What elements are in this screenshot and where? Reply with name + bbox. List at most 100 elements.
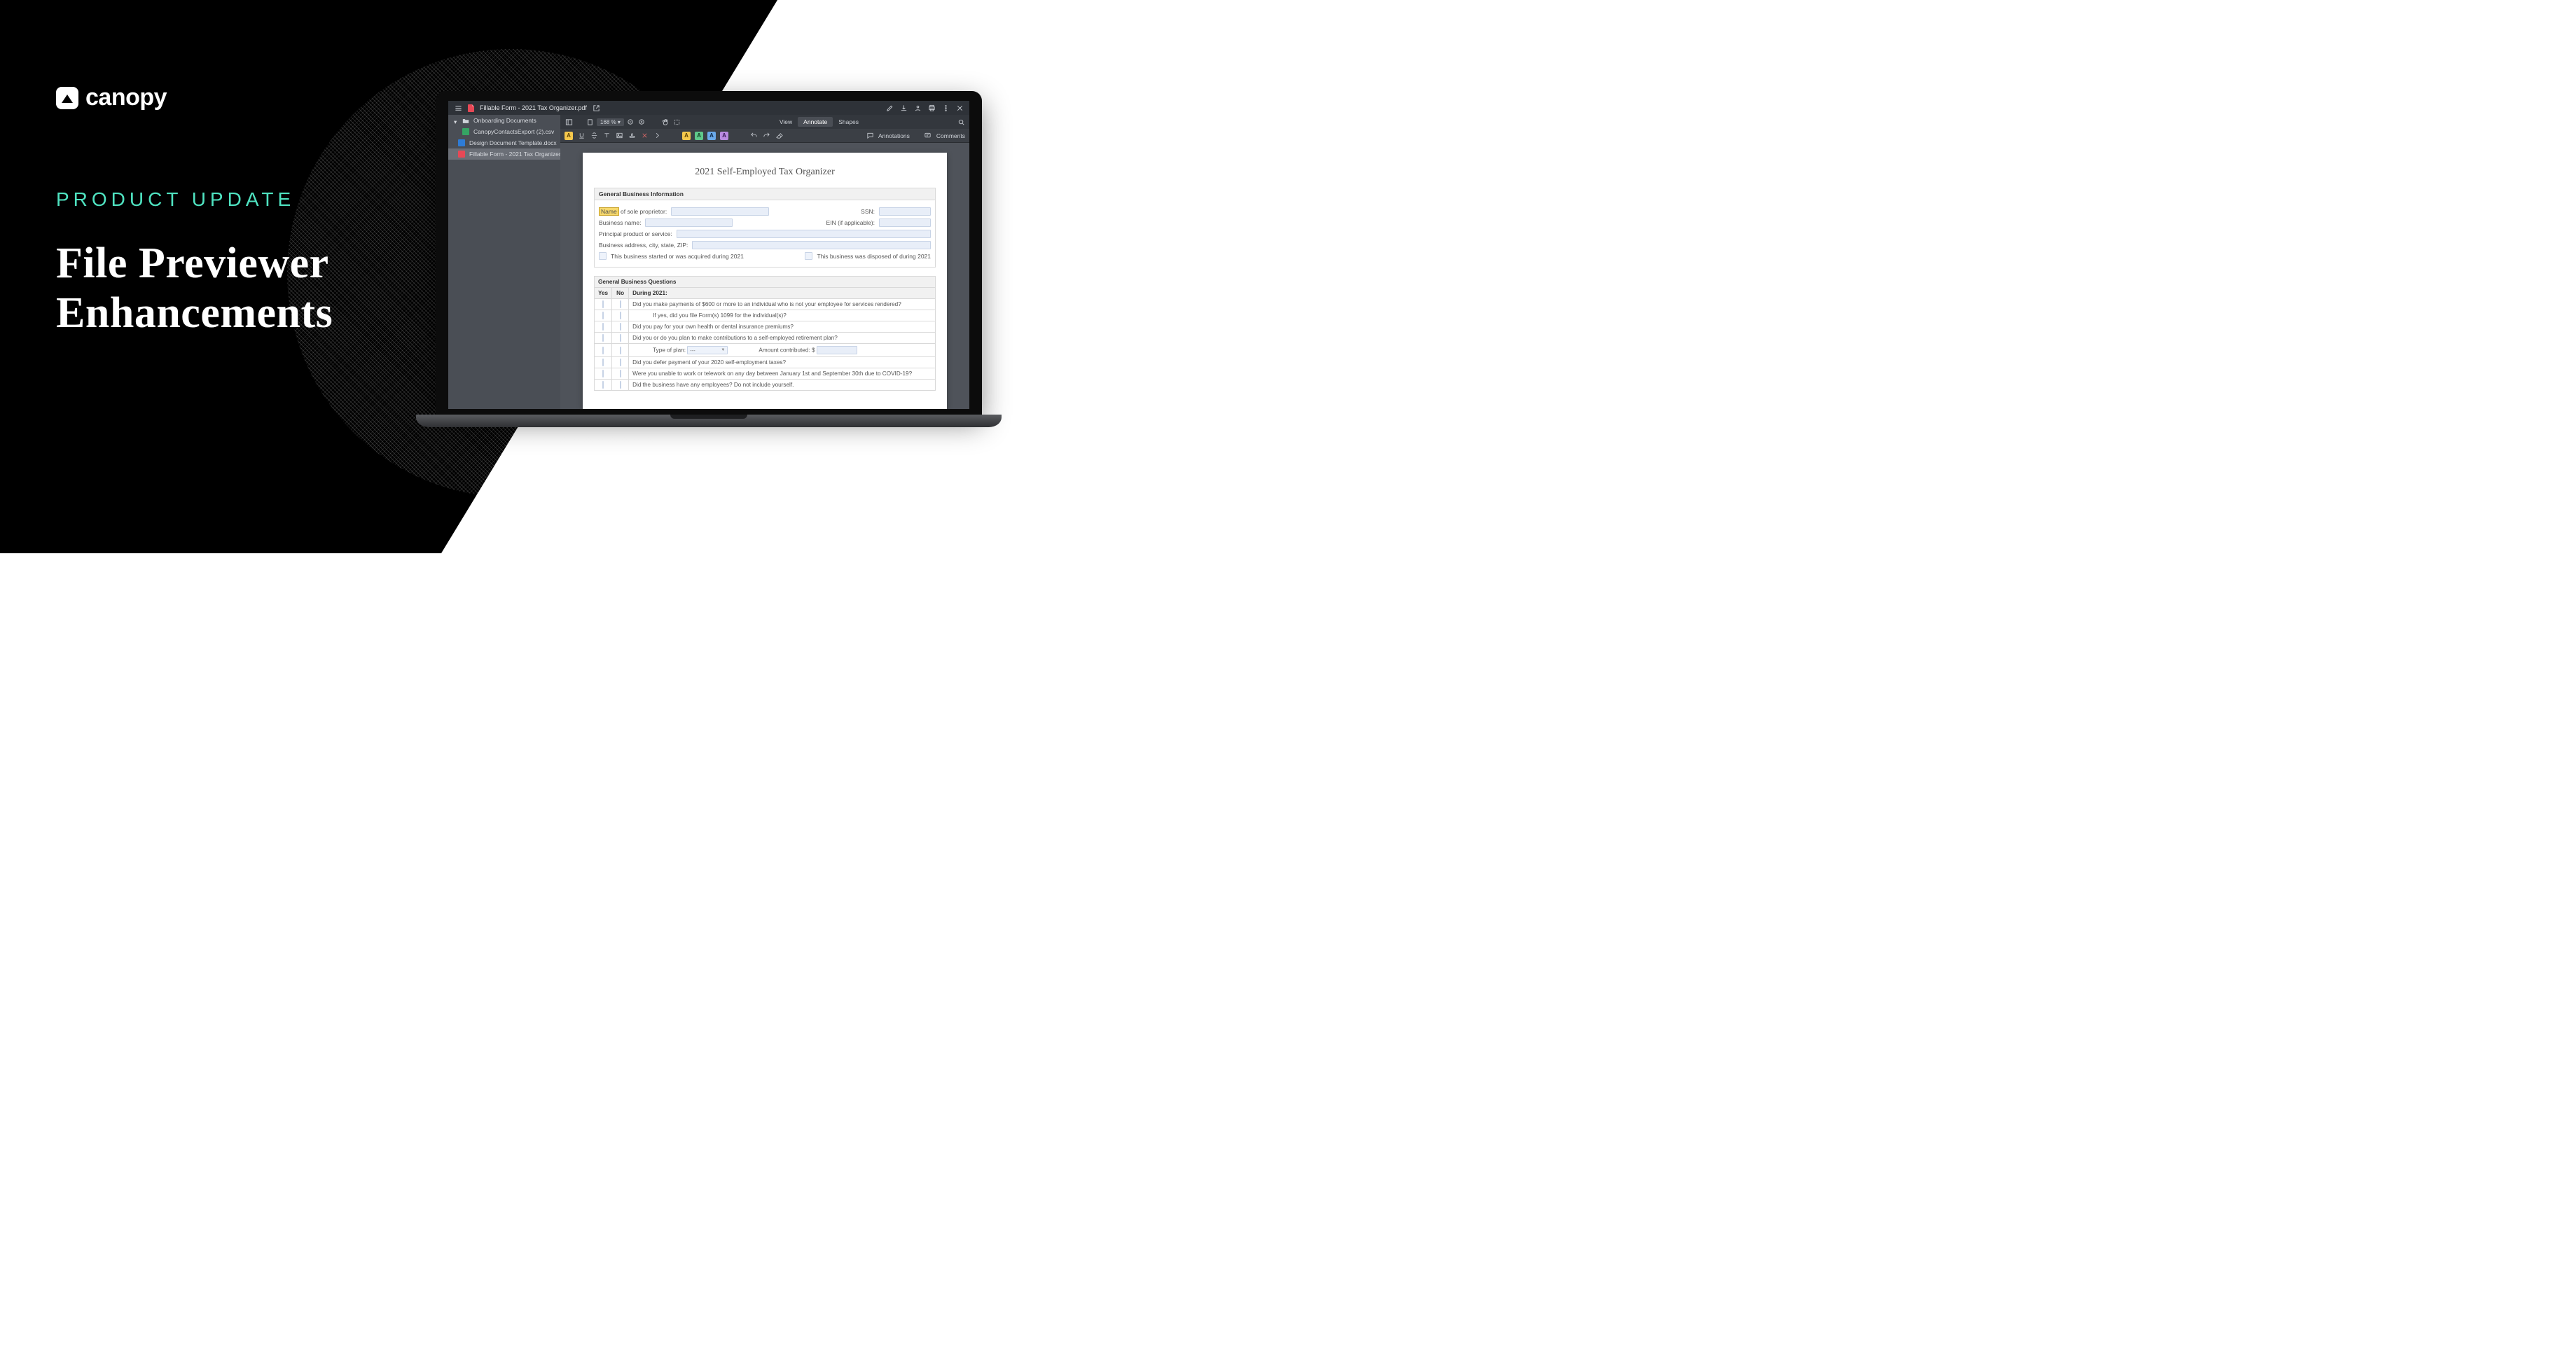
section-1-heading: General Business Information <box>594 188 936 200</box>
plan-type-dropdown[interactable]: ---▼ <box>687 346 728 354</box>
field-label-address: Business address, city, state, ZIP: <box>599 242 688 249</box>
field-label-product: Principal product or service: <box>599 230 672 237</box>
select-icon[interactable] <box>673 118 681 126</box>
checkbox-no[interactable] <box>620 347 621 354</box>
plan-type-label: Type of plan: <box>653 347 686 354</box>
checkbox-started[interactable] <box>599 252 607 260</box>
redo-icon[interactable] <box>762 132 770 140</box>
edit-icon[interactable] <box>885 104 894 112</box>
zoom-out-icon[interactable] <box>627 118 635 126</box>
delete-annotation-icon[interactable] <box>640 132 649 140</box>
sidebar-item-pdf[interactable]: Fillable Form - 2021 Tax Organizer.pdf <box>448 148 560 160</box>
next-icon[interactable] <box>653 132 661 140</box>
checkbox-yes[interactable] <box>602 334 604 342</box>
checkbox-no[interactable] <box>620 323 621 331</box>
checkbox-yes[interactable] <box>602 381 604 389</box>
question-text: Did you or do you plan to make contribut… <box>629 333 936 344</box>
annotations-panel-label[interactable]: Annotations <box>878 132 910 139</box>
page-fit-icon[interactable] <box>586 118 594 126</box>
zoom-in-icon[interactable] <box>638 118 646 126</box>
section-2-heading: General Business Questions <box>595 277 936 288</box>
tab-shapes[interactable]: Shapes <box>833 117 864 127</box>
strike-icon[interactable] <box>590 132 598 140</box>
highlight-swatch-purple[interactable]: A <box>720 132 728 140</box>
viewer-mode-tabs: View Annotate Shapes <box>774 117 864 127</box>
viewer-toolbar-annotate: A A A A <box>560 129 969 143</box>
address-input[interactable] <box>692 241 931 249</box>
sidebar-toggle-icon[interactable] <box>565 118 573 126</box>
sidebar-folder-label: Onboarding Documents <box>473 117 536 124</box>
checkbox-yes[interactable] <box>602 312 604 319</box>
headline-line-2: Enhancements <box>56 289 333 338</box>
pan-hand-icon[interactable] <box>662 118 670 126</box>
open-file-name: Fillable Form - 2021 Tax Organizer.pdf <box>480 104 587 111</box>
tab-annotate[interactable]: Annotate <box>798 117 833 127</box>
sidebar-item-label: CanopyContactsExport (2).csv <box>473 128 554 135</box>
sidebar-item-docx[interactable]: Design Document Template.docx <box>448 137 560 148</box>
checkbox-no[interactable] <box>620 334 621 342</box>
checkbox-yes[interactable] <box>602 323 604 331</box>
popout-icon[interactable] <box>593 104 601 112</box>
product-input[interactable] <box>677 230 931 238</box>
question-text: Did you make payments of $600 or more to… <box>629 299 936 310</box>
more-icon[interactable] <box>941 104 950 112</box>
close-icon[interactable] <box>955 104 964 112</box>
share-icon[interactable] <box>913 104 922 112</box>
app-screen: Fillable Form - 2021 Tax Organizer.pdf ▾… <box>448 101 969 409</box>
table-row: Did you or do you plan to make contribut… <box>595 333 936 344</box>
pdf-page: 2021 Self-Employed Tax Organizer General… <box>583 153 947 409</box>
print-icon[interactable] <box>927 104 936 112</box>
business-name-input[interactable] <box>645 218 732 227</box>
underline-icon[interactable] <box>577 132 586 140</box>
name-input[interactable] <box>671 207 769 216</box>
checkbox-yes[interactable] <box>602 359 604 366</box>
highlight-yellow-icon[interactable]: A <box>565 132 573 140</box>
checkbox-no[interactable] <box>620 312 621 319</box>
folder-icon <box>462 117 469 124</box>
checkbox-no[interactable] <box>620 300 621 308</box>
checkbox-disposed[interactable] <box>805 252 812 260</box>
question-text: Did the business have any employees? Do … <box>629 380 936 391</box>
ssn-input[interactable] <box>879 207 931 216</box>
ein-input[interactable] <box>879 218 931 227</box>
highlight-swatch-blue[interactable]: A <box>707 132 716 140</box>
question-text: Did you defer payment of your 2020 self-… <box>629 357 936 368</box>
field-label-name: Name of sole proprietor: <box>599 208 667 215</box>
field-label-ein: EIN (if applicable): <box>826 219 875 226</box>
annotations-panel-icon[interactable] <box>866 132 874 140</box>
comments-panel-icon[interactable] <box>924 132 932 140</box>
sidebar-folder[interactable]: ▾ Onboarding Documents <box>448 115 560 126</box>
menu-icon[interactable] <box>454 104 462 112</box>
laptop-mockup: Fillable Form - 2021 Tax Organizer.pdf ▾… <box>436 91 982 427</box>
checkbox-yes[interactable] <box>602 347 604 354</box>
col-yes: Yes <box>595 288 612 299</box>
brand-logo: canopy <box>56 84 333 111</box>
checkbox-yes[interactable] <box>602 300 604 308</box>
text-icon[interactable] <box>602 132 611 140</box>
plan-amount-input[interactable] <box>817 346 857 354</box>
checkbox-no[interactable] <box>620 370 621 377</box>
checkbox-no[interactable] <box>620 359 621 366</box>
table-row: Did you make payments of $600 or more to… <box>595 299 936 310</box>
laptop-base <box>416 415 1002 427</box>
undo-icon[interactable] <box>749 132 758 140</box>
image-icon[interactable] <box>615 132 623 140</box>
highlight-swatch-yellow[interactable]: A <box>682 132 691 140</box>
table-row: Type of plan: ---▼ Amount contributed: $ <box>595 344 936 357</box>
download-icon[interactable] <box>899 104 908 112</box>
table-row: Did you defer payment of your 2020 self-… <box>595 357 936 368</box>
search-icon[interactable] <box>957 118 965 126</box>
eraser-icon[interactable] <box>775 132 783 140</box>
plan-amount-label: Amount contributed: $ <box>759 347 815 354</box>
sidebar-item-csv[interactable]: CanopyContactsExport (2).csv <box>448 126 560 137</box>
tab-view[interactable]: View <box>774 117 798 127</box>
checkbox-yes[interactable] <box>602 370 604 377</box>
question-text: Were you unable to work or telework on a… <box>629 368 936 380</box>
stamp-icon[interactable] <box>628 132 636 140</box>
table-row: Were you unable to work or telework on a… <box>595 368 936 380</box>
highlight-swatch-green[interactable]: A <box>695 132 703 140</box>
checkbox-no[interactable] <box>620 381 621 389</box>
zoom-level[interactable]: 168 % ▾ <box>597 118 624 126</box>
document-canvas[interactable]: 2021 Self-Employed Tax Organizer General… <box>560 143 969 409</box>
comments-panel-label[interactable]: Comments <box>936 132 965 139</box>
